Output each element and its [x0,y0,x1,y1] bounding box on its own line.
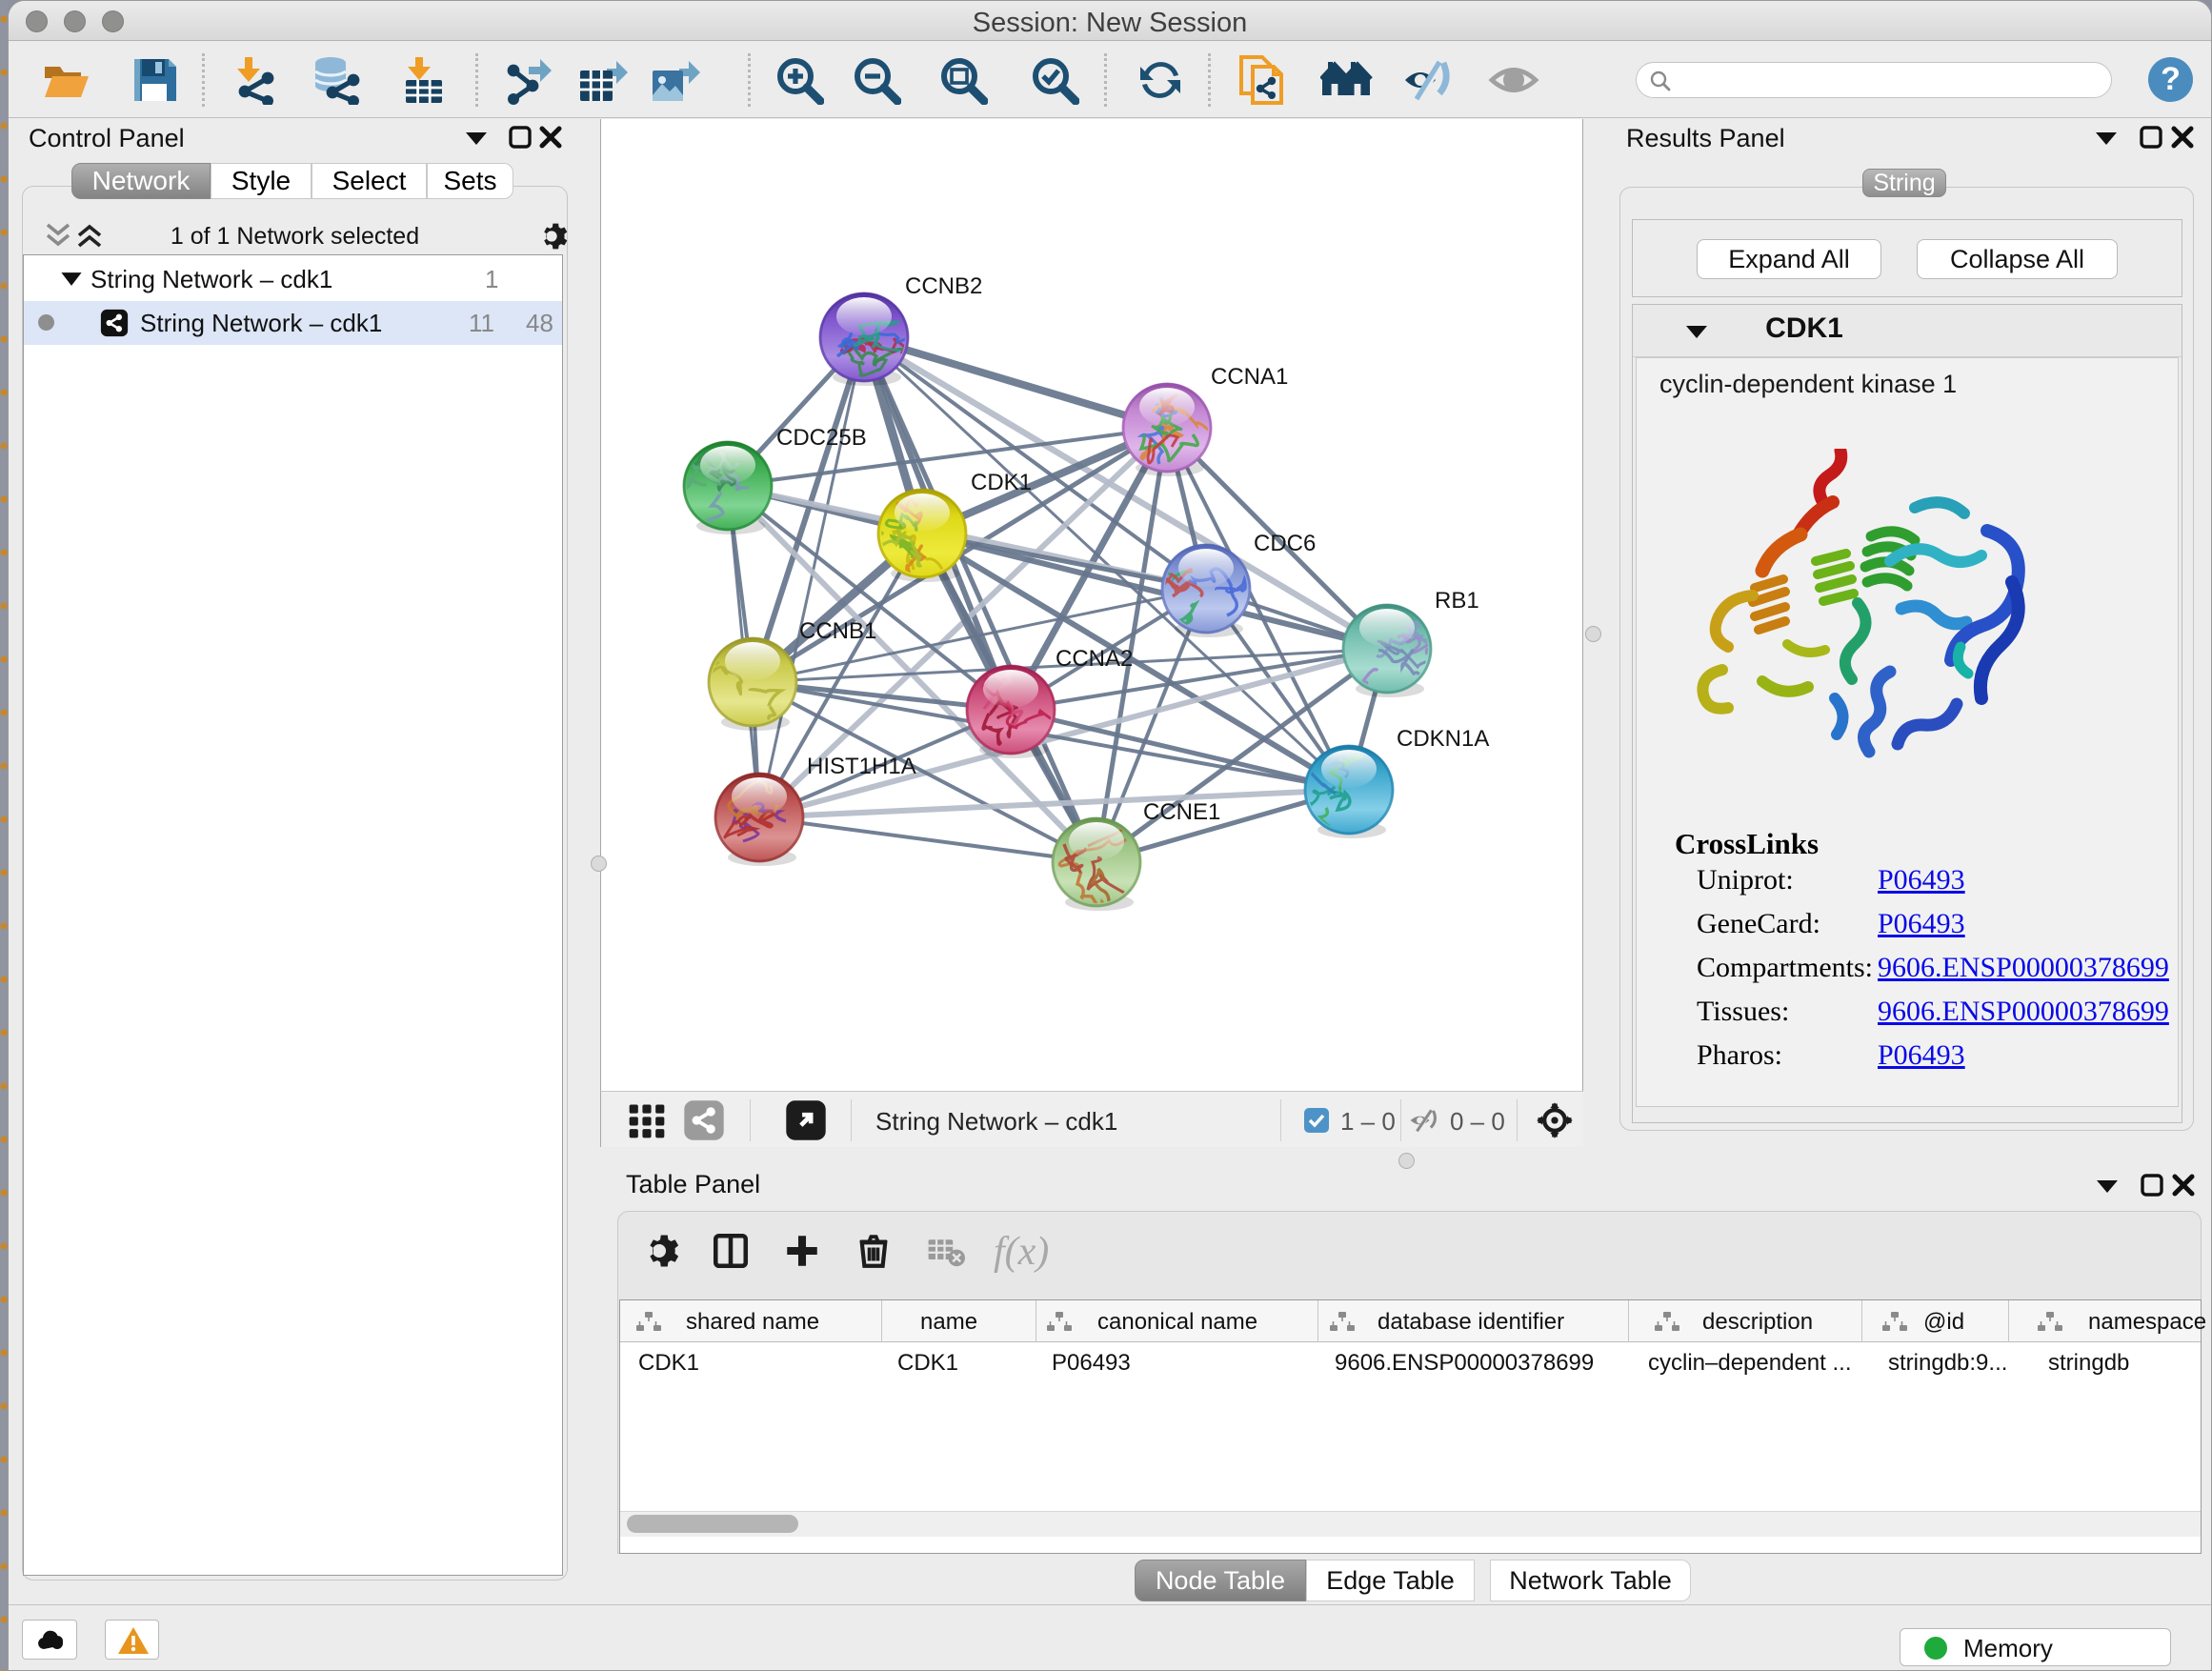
svg-text:CCNB1: CCNB1 [799,618,876,644]
svg-text:CCNB2: CCNB2 [905,273,982,299]
svg-text:CCNA2: CCNA2 [1056,646,1133,672]
svg-text:CCNE1: CCNE1 [1143,799,1220,825]
svg-text:CDC6: CDC6 [1254,531,1316,556]
svg-text:RB1: RB1 [1435,588,1479,614]
svg-text:CCNA1: CCNA1 [1211,364,1288,390]
svg-text:CDKN1A: CDKN1A [1397,726,1489,752]
svg-text:CDK1: CDK1 [971,470,1032,495]
svg-text:CDC25B: CDC25B [776,425,867,451]
svg-text:HIST1H1A: HIST1H1A [807,754,916,779]
